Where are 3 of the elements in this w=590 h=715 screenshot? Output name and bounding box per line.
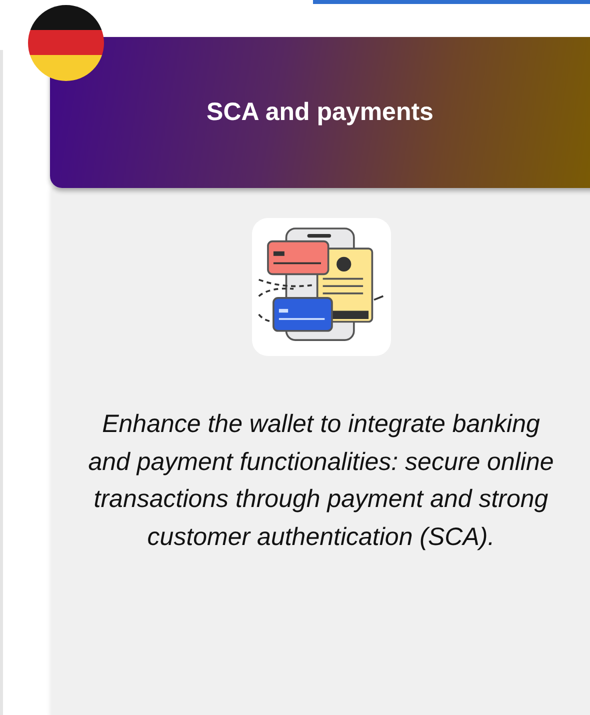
flag-circle-icon (28, 5, 104, 81)
card-description: Enhance the wallet to integrate banking and payment functionalities: secure online transactions through payment and strong customer authentication (SCA). (87, 409, 555, 552)
card-title: SCA and payments (206, 98, 434, 127)
